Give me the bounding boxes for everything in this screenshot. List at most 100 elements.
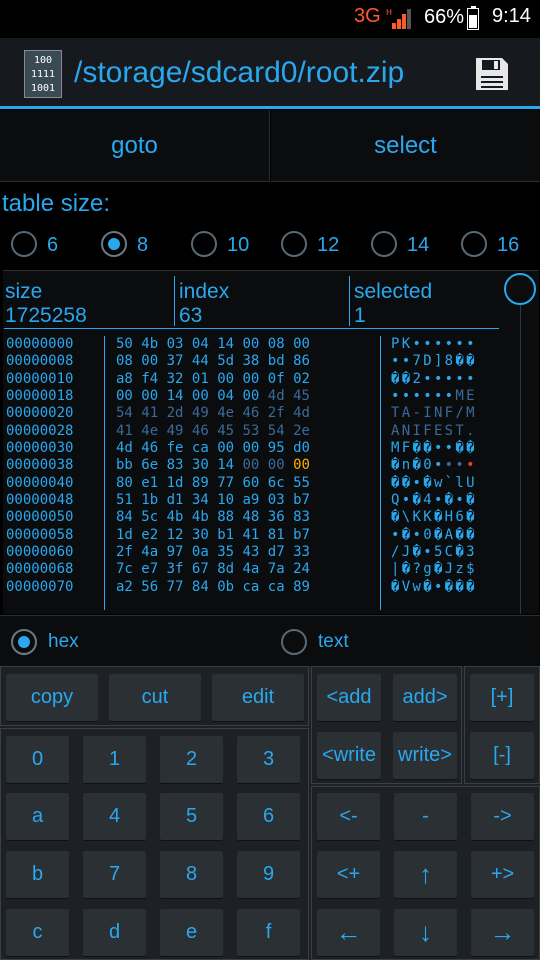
text-row[interactable]: •�•0�A�� [391, 527, 477, 544]
byte-cell[interactable]: 41 [242, 527, 259, 543]
byte-cell[interactable]: 00 [141, 353, 158, 369]
byte-cell[interactable]: 84 [192, 579, 209, 595]
byte-cell[interactable]: 41 [116, 423, 133, 439]
byte-cell[interactable]: 46 [242, 405, 259, 421]
key-a[interactable]: a [6, 793, 69, 840]
text-cell[interactable]: • [434, 440, 445, 456]
edit-button[interactable]: edit [212, 674, 304, 721]
byte-cell[interactable]: 30 [192, 457, 209, 473]
key-7[interactable]: 7 [83, 851, 146, 898]
text-mode-radio[interactable] [281, 629, 307, 655]
text-row[interactable]: �\KK�H6� [391, 509, 477, 526]
text-cell[interactable]: J [445, 561, 456, 577]
byte-cell[interactable]: 00 [242, 371, 259, 387]
byte-cell[interactable]: 04 [217, 388, 234, 404]
text-cell[interactable]: � [434, 527, 445, 543]
byte-cell[interactable]: 2f [116, 544, 133, 560]
text-row[interactable]: Q•�4•�•� [391, 492, 477, 509]
text-cell[interactable]: A [391, 423, 402, 439]
table-size-radio-14[interactable] [371, 231, 397, 257]
arrow-up-button[interactable]: ↑ [394, 851, 457, 898]
text-cell[interactable]: N [434, 405, 445, 421]
text-cell[interactable]: • [412, 336, 423, 352]
byte-cell[interactable]: 00 [242, 440, 259, 456]
text-cell[interactable]: • [466, 336, 477, 352]
byte-cell[interactable]: 83 [293, 509, 310, 525]
byte-cell[interactable]: 08 [116, 353, 133, 369]
byte-cell[interactable]: 4e [217, 405, 234, 421]
byte-cell[interactable]: 00 [242, 457, 259, 473]
byte-cell[interactable]: 03 [167, 336, 184, 352]
move-left-button[interactable]: <- [317, 793, 380, 840]
byte-cell[interactable]: 00 [217, 440, 234, 456]
add-after-button[interactable]: add> [393, 674, 457, 721]
hex-mode-radio[interactable] [11, 629, 37, 655]
byte-cell[interactable]: b7 [293, 492, 310, 508]
text-cell[interactable]: M [455, 388, 466, 404]
byte-cell[interactable]: a8 [116, 371, 133, 387]
byte-cell[interactable]: 4b [192, 509, 209, 525]
key-d[interactable]: d [83, 909, 146, 956]
text-cell[interactable]: • [434, 457, 445, 473]
byte-cell[interactable]: 46 [141, 440, 158, 456]
byte-cell[interactable]: e1 [141, 475, 158, 491]
text-cell[interactable]: � [391, 579, 402, 595]
bytes-row[interactable]: 7c e7 3f 67 8d 4a 7a 24 [116, 561, 310, 578]
byte-cell[interactable]: a2 [116, 579, 133, 595]
write-after-button[interactable]: write> [393, 732, 457, 779]
byte-cell[interactable]: 88 [217, 509, 234, 525]
byte-cell[interactable]: 4a [242, 561, 259, 577]
key-2[interactable]: 2 [160, 736, 223, 783]
table-size-radio-8[interactable] [101, 231, 127, 257]
move-right-button[interactable]: -> [471, 793, 534, 840]
byte-cell[interactable]: f4 [141, 371, 158, 387]
byte-cell[interactable]: 08 [268, 336, 285, 352]
text-cell[interactable]: / [391, 544, 402, 560]
byte-cell[interactable]: 48 [242, 509, 259, 525]
text-cell[interactable]: • [434, 371, 445, 387]
key-6[interactable]: 6 [237, 793, 300, 840]
text-cell[interactable]: ? [412, 561, 423, 577]
text-cell[interactable]: � [391, 509, 402, 525]
text-cell[interactable]: • [445, 457, 456, 473]
text-cell[interactable]: � [445, 579, 456, 595]
text-cell[interactable]: D [423, 353, 434, 369]
text-cell[interactable]: P [391, 336, 402, 352]
text-cell[interactable]: . [466, 423, 477, 439]
byte-cell[interactable]: 02 [293, 371, 310, 387]
byte-cell[interactable]: 12 [167, 527, 184, 543]
byte-cell[interactable]: b1 [217, 527, 234, 543]
byte-cell[interactable]: 3f [167, 561, 184, 577]
key-3[interactable]: 3 [237, 736, 300, 783]
text-cell[interactable]: Q [391, 492, 402, 508]
text-cell[interactable]: 4 [423, 492, 434, 508]
text-row[interactable]: �Vw�•��� [391, 579, 477, 596]
text-cell[interactable]: � [455, 527, 466, 543]
byte-cell[interactable]: 0f [268, 371, 285, 387]
byte-cell[interactable]: 4a [141, 544, 158, 560]
byte-cell[interactable]: 24 [293, 561, 310, 577]
byte-cell[interactable]: 45 [217, 423, 234, 439]
byte-cell[interactable]: 00 [116, 388, 133, 404]
byte-cell[interactable]: 8d [217, 561, 234, 577]
text-cell[interactable]: • [412, 475, 423, 491]
byte-cell[interactable]: 89 [192, 475, 209, 491]
add-before-button[interactable]: <add [317, 674, 381, 721]
bytes-column[interactable]: 50 4b 03 04 14 00 08 00 08 00 37 44 5d 38… [116, 336, 310, 596]
extend-right-button[interactable]: +> [471, 851, 534, 898]
text-cell[interactable]: � [455, 353, 466, 369]
byte-cell[interactable]: 2e [293, 423, 310, 439]
byte-cell[interactable]: 6c [268, 475, 285, 491]
byte-cell[interactable]: a9 [242, 492, 259, 508]
byte-cell[interactable]: bd [268, 353, 285, 369]
byte-cell[interactable]: 43 [242, 544, 259, 560]
text-cell[interactable]: � [391, 457, 402, 473]
text-cell[interactable]: • [455, 457, 466, 473]
text-cell[interactable]: l [455, 475, 466, 491]
key-5[interactable]: 5 [160, 793, 223, 840]
key-8[interactable]: 8 [160, 851, 223, 898]
text-cell[interactable]: • [402, 492, 413, 508]
text-cell[interactable]: • [423, 388, 434, 404]
byte-cell[interactable]: 32 [167, 371, 184, 387]
text-cell[interactable]: • [402, 388, 413, 404]
